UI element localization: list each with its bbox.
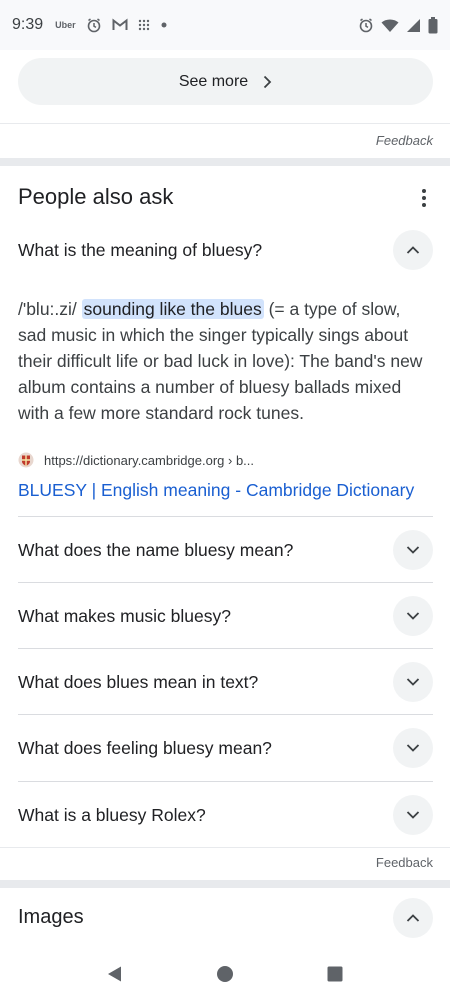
source-url: https://dictionary.cambridge.org › b... [44,452,255,468]
wifi-icon [381,19,399,32]
cambridge-logo-icon [18,452,34,468]
question-row[interactable]: What does blues mean in text? [18,649,433,715]
people-also-ask-title: People also ask [18,184,174,209]
answer-text: /'blu:.zi/ sounding like the blues (= a … [18,296,433,426]
uber-icon: Uber [55,20,76,30]
answer-highlight: sounding like the blues [81,299,264,319]
chevron-up-icon [406,246,420,254]
question-text: What does the name bluesy mean? [18,539,294,560]
chevron-down-icon [406,612,420,620]
expand-button[interactable] [393,728,433,768]
expand-button[interactable] [393,795,433,835]
status-right-icons [358,0,438,50]
dot-icon [161,22,167,28]
question-text: What does feeling bluesy mean? [18,737,272,758]
question-text: What is a bluesy Rolex? [18,804,206,825]
question-row[interactable]: What is a bluesy Rolex? [18,782,433,848]
question-row[interactable]: What makes music bluesy? [18,583,433,649]
images-section-title: Images [18,906,84,928]
more-options-icon[interactable] [412,186,436,210]
question-text: What does blues mean in text? [18,671,259,692]
section-separator [0,880,450,888]
see-more-label: See more [178,72,249,90]
back-icon[interactable] [106,965,124,983]
question-text: What makes music bluesy? [18,605,231,626]
status-time: 9:39 [12,16,44,33]
battery-icon [428,16,438,33]
answer-pronunciation: /'blu:.zi/ [18,299,82,319]
grid-icon [138,19,149,31]
chevron-right-icon [264,75,272,88]
section-separator [0,158,450,166]
status-left-icons: Uber [55,17,168,33]
system-nav-bar [0,948,450,1000]
see-more-section: See more [0,50,450,123]
see-more-button[interactable]: See more [18,58,433,105]
chevron-down-icon [406,546,420,554]
status-bar: 9:39 Uber [0,0,450,50]
expand-button[interactable] [393,662,433,702]
divider [0,847,450,848]
collapse-button[interactable] [393,230,433,270]
question-row-expanded[interactable]: What is the meaning of bluesy? [18,217,433,283]
chevron-down-icon [406,811,420,819]
images-collapse-button[interactable] [393,898,433,938]
expand-button[interactable] [393,530,433,570]
alarm-icon [87,18,100,33]
home-icon[interactable] [216,965,234,983]
source-title-link[interactable]: BLUESY | English meaning - Cambridge Dic… [18,480,414,501]
feedback-link-top[interactable]: Feedback [376,133,433,148]
divider [0,123,450,124]
question-row[interactable]: What does the name bluesy mean? [18,517,433,583]
question-row[interactable]: What does feeling bluesy mean? [18,715,433,781]
expand-button[interactable] [393,596,433,636]
signal-icon [407,18,420,32]
chevron-up-icon [406,914,420,922]
question-text: What is the meaning of bluesy? [18,239,263,260]
gmail-icon [112,18,128,30]
recents-icon[interactable] [326,965,344,983]
chevron-down-icon [406,744,420,752]
alarm-icon [359,18,373,33]
feedback-link-bottom[interactable]: Feedback [376,855,433,870]
chevron-down-icon [406,678,420,686]
source-attribution[interactable]: https://dictionary.cambridge.org › b... [18,452,254,468]
